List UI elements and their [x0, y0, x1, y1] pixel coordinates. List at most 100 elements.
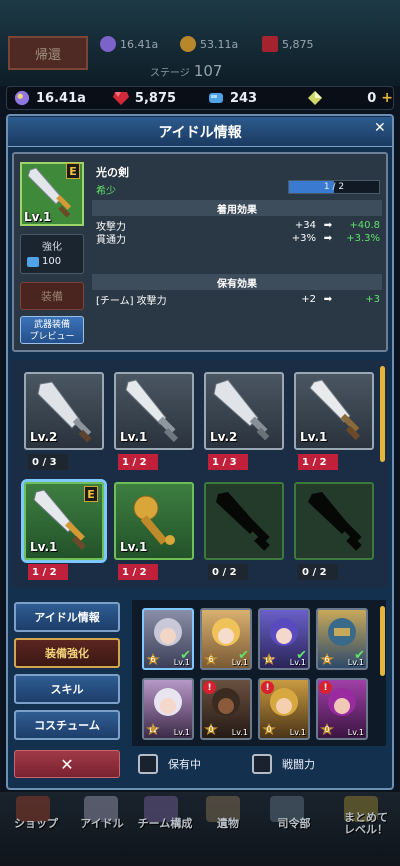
weapon-level: Lv.2: [30, 430, 58, 444]
crystal-icon: [14, 90, 30, 106]
weapon-count: 1 / 2: [298, 454, 338, 470]
owned-checkbox[interactable]: [138, 754, 158, 774]
weapon-card[interactable]: Lv.1 1 / 2: [114, 372, 194, 478]
weapon-card[interactable]: Lv.1 1 / 2: [294, 372, 374, 478]
effect-next: +3.3%: [346, 232, 380, 244]
weapon-count: 1 / 2: [118, 454, 158, 470]
nav-shop[interactable]: ショップ: [8, 818, 64, 830]
bg-stat-1: 16.41a: [100, 36, 158, 52]
add-resource-icon[interactable]: +: [381, 90, 393, 106]
owned-label: 保有中: [168, 758, 201, 771]
nav-team[interactable]: チーム構成: [130, 818, 200, 830]
weapon-count: 0 / 2: [298, 564, 338, 580]
owned-effect-header: 保有効果: [92, 274, 382, 290]
panel-close-icon[interactable]: ✕: [374, 120, 386, 136]
stage-label: ステージ: [150, 68, 190, 79]
coin-icon: [180, 36, 196, 52]
character-card[interactable]: ! 0 Lv.1: [316, 678, 368, 740]
preview-label-1: 武器装備: [33, 320, 70, 330]
power-checkbox[interactable]: [252, 754, 272, 774]
green-value: 0: [367, 90, 377, 106]
weapon-frame: [204, 482, 284, 560]
green-resource: 0 +: [306, 90, 393, 106]
weapon-level: Lv.1: [300, 430, 328, 444]
grade-badge: E: [84, 486, 98, 502]
character-portrait: [154, 688, 182, 716]
effect-current: +2: [301, 293, 316, 305]
character-card[interactable]: ! 0 Lv.1: [258, 678, 310, 740]
character-card[interactable]: 12 Lv.1: [142, 678, 194, 740]
weapon-level: Lv.2: [210, 430, 238, 444]
stage-indicator: ステージ 107: [150, 62, 222, 80]
weapon-card-locked[interactable]: 0 / 2: [294, 482, 374, 588]
weapon-preview-button[interactable]: 武器装備 プレビュー: [20, 316, 84, 344]
power-filter[interactable]: 戦闘力: [252, 754, 315, 774]
selected-weapon-level: Lv.1: [24, 210, 52, 224]
character-card[interactable]: 10 ✔ Lv.1: [258, 608, 310, 670]
nav-idol[interactable]: アイドル: [72, 818, 132, 830]
character-level: Lv.1: [173, 658, 190, 667]
bg-stat-3: 5,875: [262, 36, 314, 52]
star-rank: 6: [146, 653, 160, 665]
star-rank: 10: [262, 653, 276, 665]
star-rank: 6: [204, 653, 218, 665]
character-level: Lv.1: [347, 728, 364, 737]
weapon-count: 0 / 3: [28, 454, 68, 470]
weapon-grid-scrollbar[interactable]: [380, 366, 385, 462]
nav-relic[interactable]: 遺物: [208, 818, 248, 830]
character-card[interactable]: ! 0 Lv.1: [200, 678, 252, 740]
tab-equip-enhance[interactable]: 装備強化: [14, 638, 120, 668]
weapon-count: 1 / 2: [118, 564, 158, 580]
character-card[interactable]: 6 ✔ Lv.1: [316, 608, 368, 670]
character-level: Lv.1: [231, 728, 248, 737]
star-rank: 12: [146, 723, 160, 735]
tab-skill[interactable]: スキル: [14, 674, 120, 704]
arrow-right-icon: ➡: [323, 219, 333, 231]
alert-icon: !: [203, 681, 216, 694]
item-progress-bar: 1 / 2: [288, 180, 380, 194]
bg-stat-value: 16.41a: [120, 37, 159, 51]
preview-label-2: プレビュー: [29, 332, 75, 342]
nav-levelup[interactable]: まとめて レベル！: [338, 812, 394, 836]
weapon-count: 1 / 2: [28, 564, 68, 580]
resource-bar: 16.41a 5,875 243 0 +: [6, 86, 394, 110]
item-name: 光の剣: [96, 166, 129, 179]
enhance-label: 強化: [42, 242, 62, 253]
character-level: Lv.1: [347, 658, 364, 667]
equip-button[interactable]: 装備: [20, 282, 84, 310]
character-level: Lv.1: [289, 728, 306, 737]
character-card[interactable]: 6 ✔ Lv.1: [200, 608, 252, 670]
weapon-card[interactable]: Lv.1 1 / 2: [114, 482, 194, 588]
weapon-level: Lv.1: [120, 430, 148, 444]
enhance-cost: 100: [42, 256, 62, 267]
close-button[interactable]: ✕: [14, 750, 120, 778]
bluegem-value: 243: [229, 90, 258, 106]
panel-title: アイドル情報: [8, 117, 392, 147]
star-rank: 0: [204, 723, 218, 735]
equip-effect-header: 着用効果: [92, 200, 382, 216]
bg-stat-value: 5,875: [282, 37, 314, 51]
enhance-box[interactable]: 強化 100: [20, 234, 84, 274]
owned-filter[interactable]: 保有中: [138, 754, 201, 774]
weapon-count: 0 / 2: [208, 564, 248, 580]
effect-name: [チーム] 攻撃力: [96, 295, 167, 307]
nav-hq[interactable]: 司令部: [268, 818, 320, 830]
weapon-card[interactable]: Lv.2 1 / 3: [204, 372, 284, 478]
bluegem-resource: 243: [207, 90, 300, 106]
effect-current: +34: [294, 219, 316, 231]
weapon-card-locked[interactable]: 0 / 2: [204, 482, 284, 588]
crystal-resource: 16.41a: [13, 90, 106, 106]
weapon-card-selected[interactable]: E Lv.1 1 / 2: [21, 479, 107, 588]
return-button[interactable]: 帰還: [8, 36, 88, 70]
effect-next: +40.8: [349, 219, 380, 231]
effect-next: +3: [365, 293, 380, 305]
crystal-icon: [100, 36, 116, 52]
tab-costume[interactable]: コスチューム: [14, 710, 120, 740]
roster-scrollbar[interactable]: [380, 606, 385, 676]
weapon-card[interactable]: Lv.2 0 / 3: [24, 372, 104, 478]
star-rank: 6: [320, 653, 334, 665]
character-card-selected[interactable]: 6 ✔ Lv.1: [142, 608, 194, 670]
bg-stat-2: 53.11a: [180, 36, 238, 52]
ruby-icon: [262, 36, 278, 52]
tab-idol-info[interactable]: アイドル情報: [14, 602, 120, 632]
